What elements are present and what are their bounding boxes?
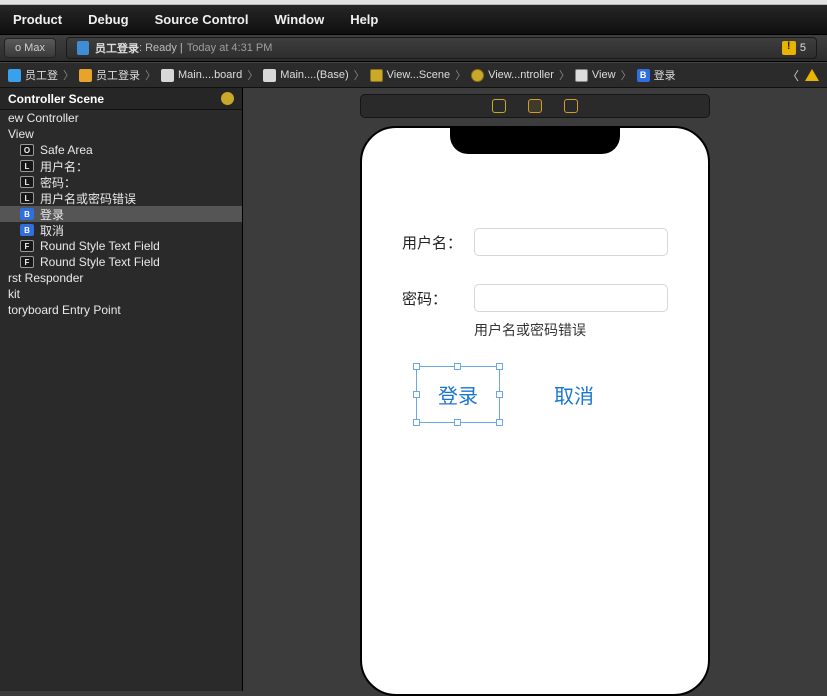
outline-row[interactable]: rst Responder <box>0 270 242 286</box>
main-split: Controller Scene ew Controller View O Safe … <box>0 88 827 691</box>
outline-row-label: Round Style Text Field <box>40 239 160 253</box>
type-badge-icon: L <box>20 160 34 172</box>
activity-status-bar[interactable]: 员工登录 : Ready | Today at 4:31 PM 5 <box>66 37 817 59</box>
outline-row[interactable]: L 用户名： <box>0 158 242 174</box>
doc-icon <box>8 69 21 82</box>
type-badge-icon: F <box>20 256 34 268</box>
menu-window[interactable]: Window <box>261 12 337 27</box>
login-form: 用户名： 密码： 用户名或密码错误 登录 <box>362 228 708 419</box>
outline-row-label: 用户名或密码错误 <box>40 190 136 207</box>
viewcontroller-icon <box>471 69 484 82</box>
outline-row-label: 密码： <box>40 174 76 191</box>
outline-row-label: kit <box>8 287 20 301</box>
outline-row[interactable]: O Safe Area <box>0 142 242 158</box>
status-app-name: 员工登录 <box>95 40 139 56</box>
status-time: Today at 4:31 PM <box>187 42 273 54</box>
scene-indicator-icon <box>221 92 234 105</box>
document-outline[interactable]: Controller Scene ew Controller View O Safe … <box>0 88 243 691</box>
storyboard-icon <box>263 69 276 82</box>
type-badge-icon: L <box>20 192 34 204</box>
outline-row[interactable]: toryboard Entry Point <box>0 302 242 318</box>
crumb-view[interactable]: View <box>575 69 616 82</box>
outline-row[interactable]: L 密码： <box>0 174 242 190</box>
warning-triangle-icon[interactable] <box>805 69 819 81</box>
outline-row-label: Safe Area <box>40 143 93 157</box>
toolbar: o Max 员工登录 : Ready | Today at 4:31 PM 5 <box>0 34 827 62</box>
device-preview[interactable]: 用户名： 密码： 用户名或密码错误 登录 <box>360 126 710 696</box>
app-menubar: Product Debug Source Control Window Help <box>0 5 827 34</box>
outline-row[interactable]: B 登录 <box>0 206 242 222</box>
type-badge-icon: F <box>20 240 34 252</box>
crumb-scene[interactable]: View...Scene <box>370 69 450 82</box>
crumb-folder[interactable]: 员工登录 <box>79 67 140 83</box>
menu-help[interactable]: Help <box>337 12 391 27</box>
nav-back-icon[interactable]: 〈 <box>787 67 799 84</box>
scene-dock[interactable] <box>360 94 710 118</box>
crumb-project[interactable]: 员工登 <box>8 67 58 83</box>
first-responder-chip-icon[interactable] <box>528 99 542 113</box>
outline-row[interactable]: ew Controller <box>0 110 242 126</box>
viewcontroller-chip-icon[interactable] <box>492 99 506 113</box>
outline-row[interactable]: L 用户名或密码错误 <box>0 190 242 206</box>
outline-row-label: 取消 <box>40 222 64 239</box>
outline-row-label: 用户名： <box>40 158 88 175</box>
outline-header-label: Controller Scene <box>8 92 104 106</box>
outline-row-label: ew Controller <box>8 111 79 125</box>
username-label[interactable]: 用户名： <box>402 232 474 253</box>
crumb-storyboard[interactable]: Main....board <box>161 69 242 82</box>
device-notch <box>450 128 620 154</box>
password-label[interactable]: 密码： <box>402 288 474 309</box>
button-icon: B <box>637 69 650 82</box>
crumb-base[interactable]: Main....(Base) <box>263 69 348 82</box>
menu-product[interactable]: Product <box>0 12 75 27</box>
exit-chip-icon[interactable] <box>564 99 578 113</box>
folder-icon <box>79 69 92 82</box>
scene-icon <box>370 69 383 82</box>
interface-builder-canvas[interactable]: 用户名： 密码： 用户名或密码错误 登录 <box>243 88 827 691</box>
outline-row-label: rst Responder <box>8 271 83 285</box>
menu-debug[interactable]: Debug <box>75 12 141 27</box>
outline-row-label: View <box>8 127 34 141</box>
storyboard-icon <box>161 69 174 82</box>
outline-row[interactable]: F Round Style Text Field <box>0 238 242 254</box>
selection-box <box>416 366 500 423</box>
error-label[interactable]: 用户名或密码错误 <box>474 320 668 340</box>
type-badge-icon: B <box>20 224 34 236</box>
outline-row[interactable]: kit <box>0 286 242 302</box>
scheme-label: o Max <box>15 42 45 54</box>
password-textfield[interactable] <box>474 284 668 312</box>
outline-scene-header[interactable]: Controller Scene <box>0 88 242 110</box>
outline-row[interactable]: View <box>0 126 242 142</box>
warning-count: 5 <box>800 42 806 54</box>
outline-row[interactable]: B 取消 <box>0 222 242 238</box>
outline-row-label: 登录 <box>40 206 64 223</box>
username-textfield[interactable] <box>474 228 668 256</box>
jump-bar: 员工登〉 员工登录〉 Main....board〉 Main....(Base)… <box>0 62 827 88</box>
outline-row-label: Round Style Text Field <box>40 255 160 269</box>
crumb-controller[interactable]: View...ntroller <box>471 69 554 82</box>
scheme-selector[interactable]: o Max <box>4 38 56 58</box>
doc-icon <box>77 41 89 55</box>
view-icon <box>575 69 588 82</box>
outline-row[interactable]: F Round Style Text Field <box>0 254 242 270</box>
type-badge-icon: B <box>20 208 34 220</box>
status-state: : Ready | <box>139 42 183 54</box>
warning-icon[interactable] <box>782 41 796 55</box>
menu-source-control[interactable]: Source Control <box>142 12 262 27</box>
type-badge-icon: L <box>20 176 34 188</box>
outline-row-label: toryboard Entry Point <box>8 303 121 317</box>
type-badge-icon: O <box>20 144 34 156</box>
cancel-button[interactable]: 取消 <box>536 370 612 419</box>
crumb-button[interactable]: B登录 <box>637 67 676 83</box>
